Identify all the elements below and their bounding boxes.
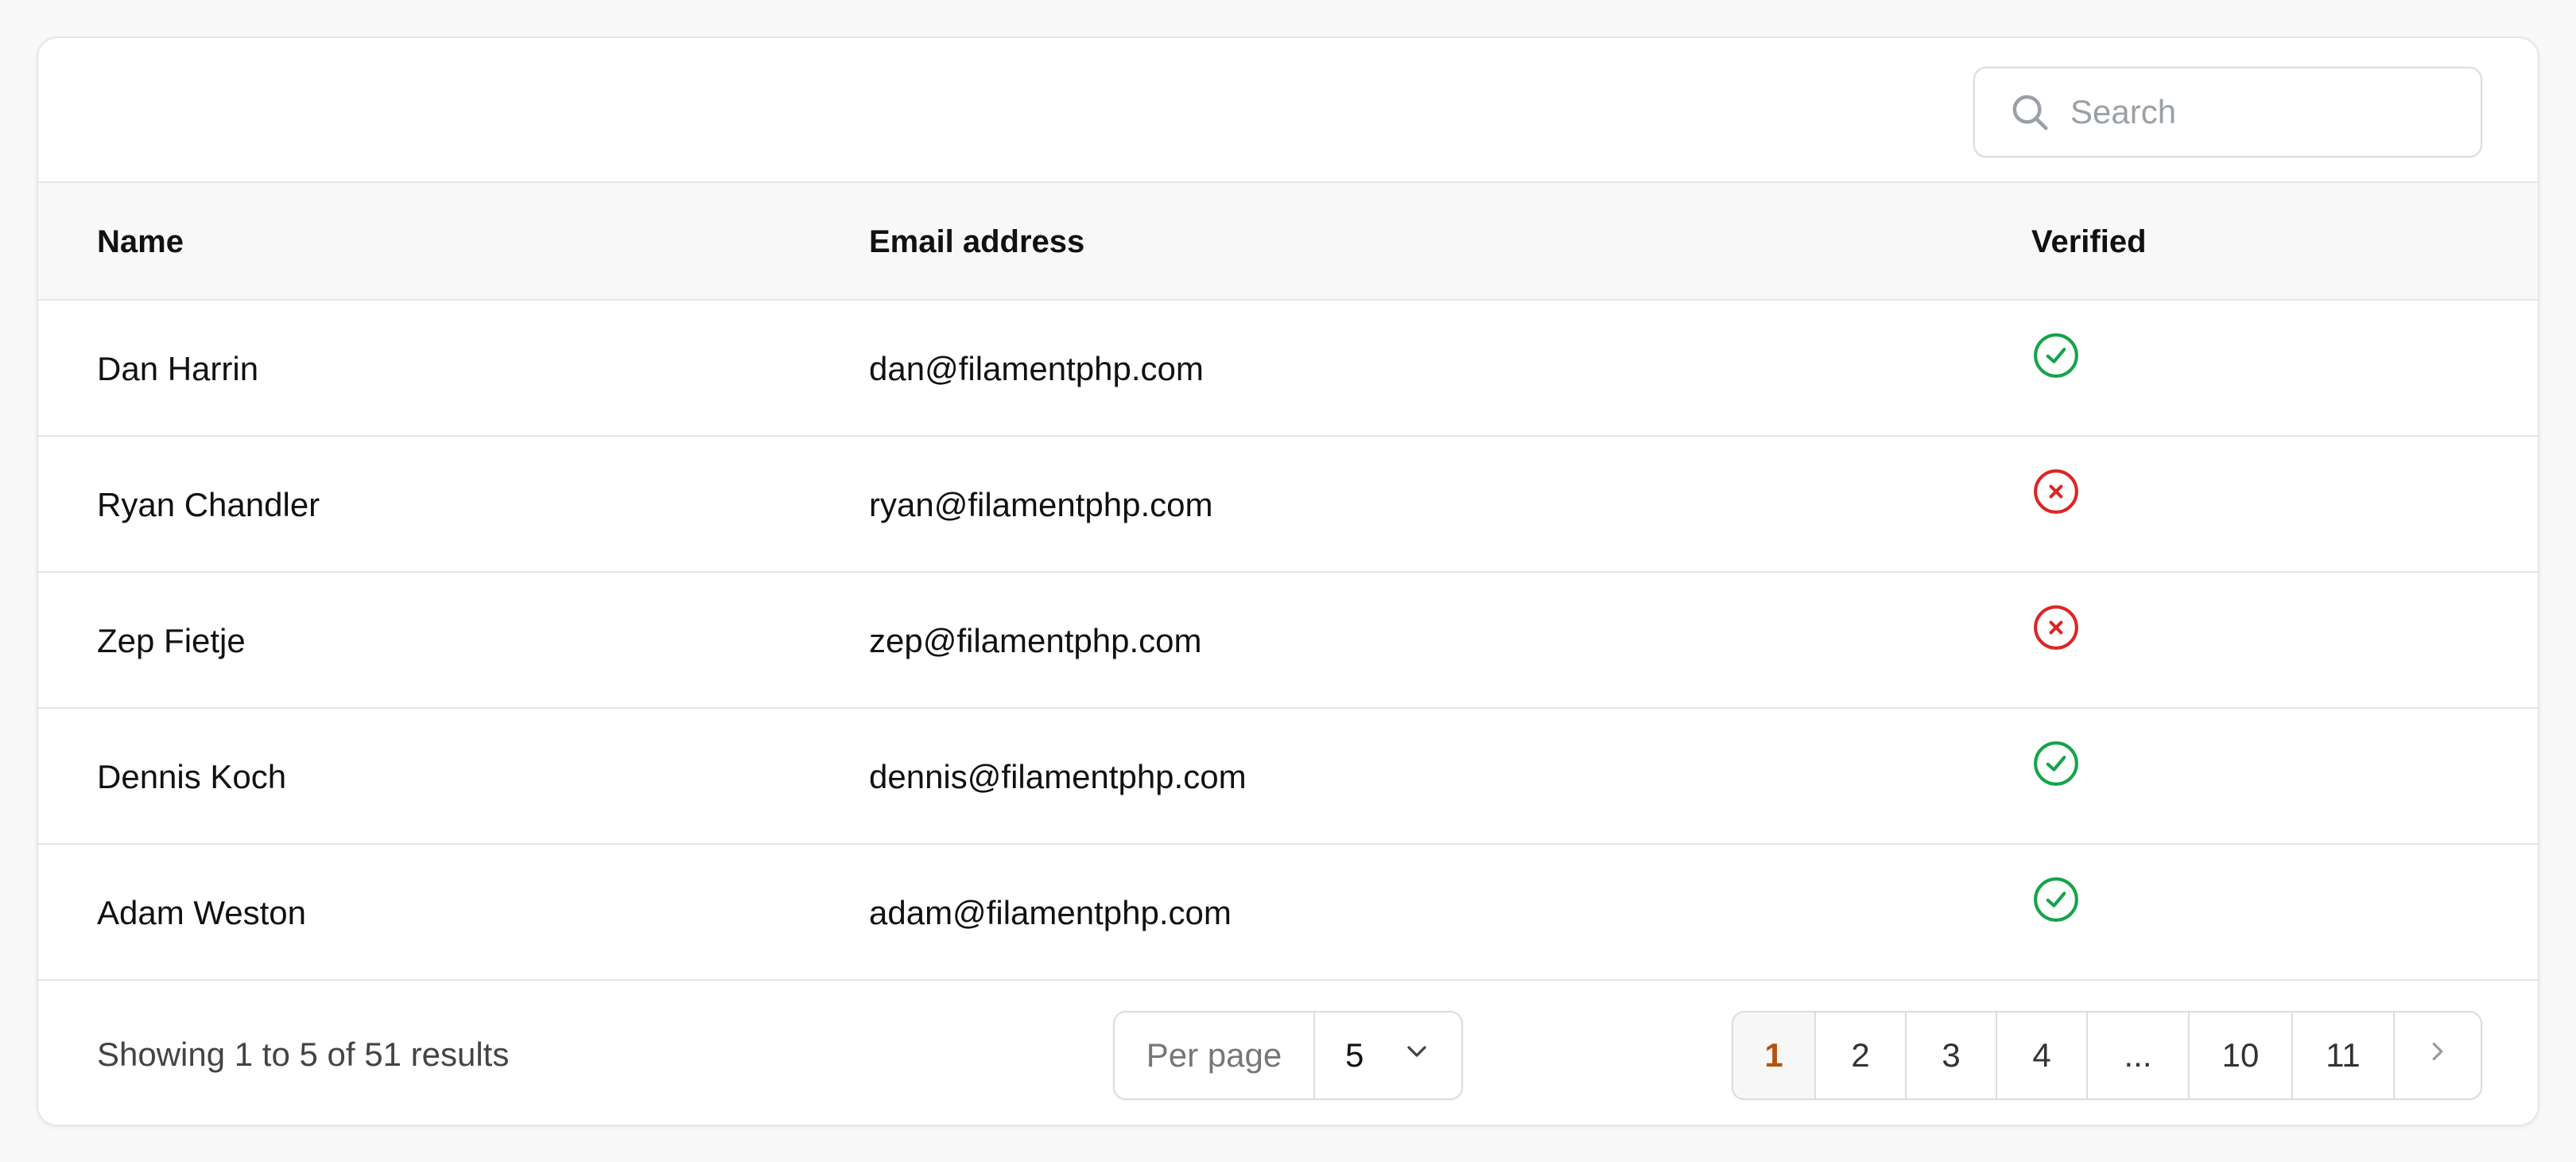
cell-name: Dan Harrin (97, 350, 259, 387)
x-circle-icon (2031, 573, 2081, 709)
search-box[interactable] (1973, 67, 2482, 157)
cell-email: ryan@filamentphp.com (869, 486, 1213, 523)
table-row[interactable]: Dan Harrin dan@filamentphp.com (38, 301, 2538, 437)
page-button-3[interactable]: 3 (1907, 1012, 1997, 1098)
per-page-value: 5 (1345, 1036, 1364, 1074)
table-card: Name Email address Verified Dan Harrin d… (37, 37, 2539, 1126)
cell-email: adam@filamentphp.com (869, 894, 1232, 931)
page-button-10[interactable]: 10 (2190, 1012, 2293, 1098)
cell-name: Dennis Koch (97, 758, 287, 795)
page-button-1[interactable]: 1 (1733, 1012, 1816, 1098)
table-header: Name Email address Verified (38, 183, 2538, 301)
search-input[interactable] (2070, 93, 2452, 131)
column-header-verified[interactable]: Verified (2031, 183, 2147, 301)
cell-email: dennis@filamentphp.com (869, 758, 1247, 795)
cell-name: Ryan Chandler (97, 486, 320, 523)
cell-email: dan@filamentphp.com (869, 350, 1204, 387)
per-page-dropdown[interactable]: 5 (1315, 1012, 1461, 1098)
column-header-email[interactable]: Email address (869, 183, 1084, 301)
page-button-2[interactable]: 2 (1816, 1012, 1907, 1098)
column-header-name[interactable]: Name (97, 183, 184, 301)
check-circle-icon (2031, 301, 2081, 437)
cell-name: Adam Weston (97, 894, 307, 931)
table-row[interactable]: Zep Fietje zep@filamentphp.com (38, 573, 2538, 709)
table-row[interactable]: Adam Weston adam@filamentphp.com (38, 845, 2538, 981)
page-button-11[interactable]: 11 (2293, 1012, 2395, 1098)
check-circle-icon (2031, 709, 2081, 845)
results-summary: Showing 1 to 5 of 51 results (97, 1036, 510, 1073)
check-circle-icon (2031, 845, 2081, 981)
cell-verified (2031, 437, 2081, 573)
search-icon (2007, 89, 2053, 135)
table-footer: Showing 1 to 5 of 51 results Per page 5 … (38, 981, 2538, 1125)
table-row[interactable]: Dennis Koch dennis@filamentphp.com (38, 709, 2538, 845)
cell-name: Zep Fietje (97, 622, 246, 659)
cell-email: zep@filamentphp.com (869, 622, 1202, 659)
x-circle-icon (2031, 437, 2081, 573)
cell-verified (2031, 709, 2081, 845)
chevron-right-icon (2423, 1036, 2453, 1075)
cell-verified (2031, 845, 2081, 981)
page-ellipsis: ... (2088, 1012, 2190, 1098)
per-page-select[interactable]: Per page 5 (1113, 1011, 1463, 1100)
pagination: 1 2 3 4 ... 10 11 (1732, 1011, 2482, 1100)
per-page-label: Per page (1115, 1012, 1315, 1098)
cell-verified (2031, 573, 2081, 709)
chevron-down-icon (1401, 1036, 1433, 1075)
table-row[interactable]: Ryan Chandler ryan@filamentphp.com (38, 437, 2538, 573)
cell-verified (2031, 301, 2081, 437)
table-toolbar (38, 38, 2538, 183)
page-button-4[interactable]: 4 (1997, 1012, 2088, 1098)
next-page-button[interactable] (2395, 1012, 2481, 1098)
